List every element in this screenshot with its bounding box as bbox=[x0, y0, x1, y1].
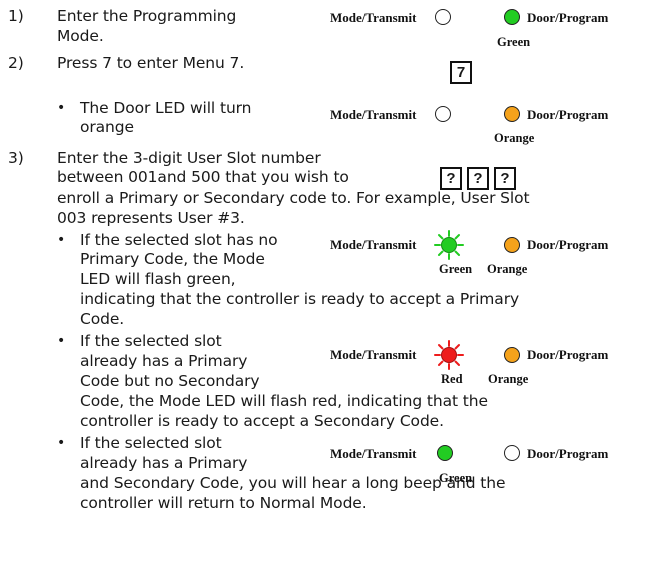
bullet-3-text: controller is ready to accept a Secondar… bbox=[80, 412, 444, 430]
door-led-caption: Orange bbox=[487, 262, 528, 276]
step-3-number: 3) bbox=[8, 149, 24, 167]
slot-key-icon: ? bbox=[494, 167, 516, 190]
mode-transmit-label: Mode/Transmit bbox=[330, 446, 417, 461]
bullet-icon: • bbox=[57, 100, 66, 116]
mode-transmit-label: Mode/Transmit bbox=[330, 347, 417, 362]
door-led-orange-icon bbox=[504, 347, 520, 363]
mode-led-green-icon bbox=[437, 445, 453, 461]
step-2-number: 2) bbox=[8, 54, 24, 72]
step-2-text: Press 7 to enter Menu 7. bbox=[57, 54, 245, 72]
mode-transmit-label: Mode/Transmit bbox=[330, 107, 417, 122]
mode-led-off-icon bbox=[435, 9, 451, 25]
bullet-3-text: Code, the Mode LED will flash red, indic… bbox=[80, 392, 488, 410]
door-led-caption: Orange bbox=[488, 372, 529, 386]
step-3-text: 003 represents User #3. bbox=[57, 209, 245, 227]
mode-led-flash-green-icon bbox=[434, 230, 464, 260]
bullet-2-text: If the selected slot has no bbox=[80, 231, 278, 249]
mode-transmit-label: Mode/Transmit bbox=[330, 10, 417, 25]
step-1-text: Mode. bbox=[57, 27, 104, 45]
step-3-text: enroll a Primary or Secondary code to. F… bbox=[57, 189, 530, 207]
mode-led-caption: Red bbox=[441, 372, 463, 386]
door-program-label: Door/Program bbox=[527, 446, 609, 461]
door-led-off-icon bbox=[504, 445, 520, 461]
menu-key-icon: 7 bbox=[450, 61, 472, 84]
bullet-icon: • bbox=[57, 435, 66, 451]
step-3-text: between 001and 500 that you wish to bbox=[57, 168, 349, 186]
bullet-2-text: Code. bbox=[80, 310, 125, 328]
door-led-caption: Orange bbox=[494, 131, 535, 145]
door-led-green-icon bbox=[504, 9, 520, 25]
bullet-3-text: Code but no Secondary bbox=[80, 372, 260, 390]
door-led-caption: Green bbox=[497, 35, 531, 49]
door-program-label: Door/Program bbox=[527, 237, 609, 252]
mode-led-flash-red-icon bbox=[434, 340, 464, 370]
bullet-4-text: already has a Primary bbox=[80, 454, 248, 472]
mode-transmit-label: Mode/Transmit bbox=[330, 237, 417, 252]
bullet-icon: • bbox=[57, 232, 66, 248]
step-1-text: Enter the Programming bbox=[57, 7, 237, 25]
mode-led-caption: Green bbox=[439, 262, 473, 276]
door-program-label: Door/Program bbox=[527, 347, 609, 362]
bullet-3-text: If the selected slot bbox=[80, 332, 222, 350]
slot-key-icon: ? bbox=[467, 167, 489, 190]
bullet-2-text: Primary Code, the Mode bbox=[80, 250, 265, 268]
bullet-2-text: indicating that the controller is ready … bbox=[80, 290, 520, 308]
slot-key-icon: ? bbox=[440, 167, 462, 190]
step-1-number: 1) bbox=[8, 7, 24, 25]
bullet-icon: • bbox=[57, 333, 66, 349]
bullet-1-text: The Door LED will turn bbox=[80, 99, 252, 117]
mode-led-off-icon bbox=[435, 106, 451, 122]
step-3-text: Enter the 3-digit User Slot number bbox=[57, 149, 321, 167]
bullet-3-text: already has a Primary bbox=[80, 352, 248, 370]
mode-led-caption: Green bbox=[439, 471, 473, 485]
door-led-orange-icon bbox=[504, 106, 520, 122]
bullet-2-text: LED will flash green, bbox=[80, 270, 236, 288]
bullet-1-text: orange bbox=[80, 118, 134, 136]
door-program-label: Door/Program bbox=[527, 10, 609, 25]
bullet-4-text: controller will return to Normal Mode. bbox=[80, 494, 367, 512]
bullet-4-text: If the selected slot bbox=[80, 434, 222, 452]
door-led-orange-icon bbox=[504, 237, 520, 253]
door-program-label: Door/Program bbox=[527, 107, 609, 122]
